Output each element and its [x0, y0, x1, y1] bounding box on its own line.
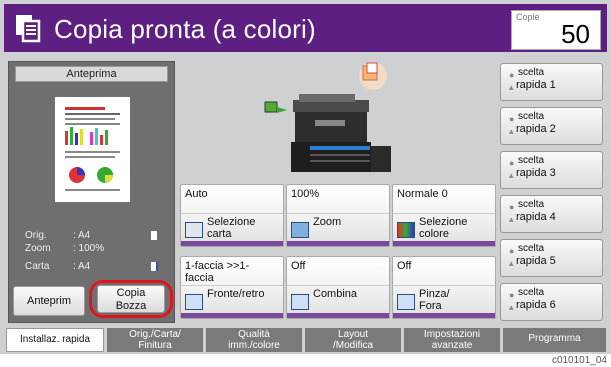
zoom-value-display: 100%: [291, 188, 320, 200]
paper-select-button[interactable]: Auto Selezione carta: [180, 184, 284, 247]
paper-tray-icon: [185, 222, 203, 238]
zoom-icon: [291, 222, 309, 238]
staple-punch-value: Off: [397, 260, 412, 272]
tab-original-paper-label-2: Finitura: [138, 340, 172, 351]
draft-copy-button[interactable]: Copia Bozza: [97, 285, 165, 313]
duplex-button[interactable]: 1-faccia >>1-faccia Fronte/retro: [180, 256, 284, 319]
orig-portrait-icon: [151, 231, 157, 240]
quick-select-2-button[interactable]: ● scelta ▴ rapida 2: [500, 107, 603, 145]
quick-select-1-label-bottom: rapida 1: [516, 79, 556, 91]
tab-advanced-settings[interactable]: Impostazioni avanzate: [404, 328, 500, 352]
pin-icon: ▴: [509, 170, 514, 180]
tab-advanced-label-1: Impostazioni: [423, 329, 481, 340]
duplex-label: Fronte/retro: [207, 288, 265, 300]
copies-value: 50: [561, 19, 590, 49]
quick-select-2-label-top: scelta: [518, 111, 545, 122]
tab-image-quality-color[interactable]: Qualità imm./colore: [206, 328, 302, 352]
quick-select-4-label-bottom: rapida 4: [516, 211, 556, 223]
quick-select-4-button[interactable]: ● scelta ▴ rapida 4: [500, 195, 603, 233]
preview-button[interactable]: Anteprim: [13, 286, 85, 316]
staple-punch-button[interactable]: Off Pinza/ Fora: [392, 256, 496, 319]
paper-select-label: Selezione carta: [207, 216, 256, 240]
quick-select-5-label-top: scelta: [518, 243, 545, 254]
figure-code: c010101_04: [551, 355, 607, 366]
duplex-icon: [185, 294, 203, 310]
copies-label: Copie: [516, 12, 540, 22]
tab-original-paper-label-1: Orig./Carta/: [129, 329, 181, 340]
quick-select-5-label-bottom: rapida 5: [516, 255, 556, 267]
staple-icon: [397, 294, 415, 310]
duplex-value: 1-faccia >>1-faccia: [185, 260, 250, 284]
screen-frame: Copia pronta (a colori) Copie 50 Antepri…: [0, 0, 611, 354]
quick-select-1-label-top: scelta: [518, 67, 545, 78]
quick-select-3-button[interactable]: ● scelta ▴ rapida 3: [500, 151, 603, 189]
header-bar: Copia pronta (a colori) Copie 50: [4, 4, 607, 52]
pin-icon: ▴: [509, 302, 514, 312]
tab-bar: Installaz. rapida Orig./Carta/ Finitura …: [6, 328, 606, 352]
color-icon: [397, 222, 415, 238]
carta-value: : A4: [73, 261, 91, 272]
tab-program[interactable]: Programma: [503, 328, 606, 352]
orig-value: : A4: [73, 230, 91, 241]
quick-select-6-label-bottom: rapida 6: [516, 299, 556, 311]
preview-thumbnail: [55, 97, 130, 202]
pin-icon: ▴: [509, 82, 514, 92]
pin-icon: ▴: [509, 126, 514, 136]
copy-icon: [16, 15, 41, 43]
pin-icon: ▴: [509, 258, 514, 268]
tab-program-label: Programma: [528, 333, 581, 344]
quick-select-3-label-top: scelta: [518, 155, 545, 166]
color-select-label: Selezione colore: [419, 216, 468, 240]
printer-machine-image: [264, 62, 391, 172]
tab-image-quality-label-1: Qualità: [238, 329, 270, 340]
zoom-value: : 100%: [73, 243, 105, 254]
preview-header: Anteprima: [15, 66, 168, 82]
tab-advanced-label-2: avanzate: [431, 340, 473, 351]
tab-layout-label-1: Layout: [337, 329, 369, 340]
quick-select-3-label-bottom: rapida 3: [516, 167, 556, 179]
combine-value: Off: [291, 260, 306, 272]
zoom-label-text: Zoom: [313, 216, 342, 228]
tab-image-quality-label-2: imm./colore: [228, 340, 280, 351]
page-title: Copia pronta (a colori): [54, 14, 316, 44]
tab-quick-setup[interactable]: Installaz. rapida: [6, 328, 104, 352]
quick-select-4-label-top: scelta: [518, 199, 545, 210]
color-select-value: Normale 0: [397, 188, 448, 200]
tab-quick-setup-label: Installaz. rapida: [19, 334, 91, 345]
pin-icon: ▴: [509, 214, 514, 224]
draft-copy-label-line1: Copia: [116, 287, 146, 299]
preview-panel: Anteprima Orig. : A4 Zoom: 100% Carta:…: [8, 61, 175, 323]
quick-select-1-button[interactable]: ● scelta ▴ rapida 1: [500, 63, 603, 101]
tab-layout-label-2: /Modifica: [332, 340, 373, 351]
quick-select-6-label-top: scelta: [518, 287, 545, 298]
combine-icon: [291, 294, 309, 310]
combine-button[interactable]: Off Combina: [286, 256, 390, 319]
combine-label: Combina: [313, 288, 358, 300]
orig-label: Orig.: [25, 230, 47, 241]
draft-copy-label-line2: Bozza: [115, 300, 147, 312]
zoom-button[interactable]: 100% Zoom: [286, 184, 390, 247]
quick-select-5-button[interactable]: ● scelta ▴ rapida 5: [500, 239, 603, 277]
quick-select-2-label-bottom: rapida 2: [516, 123, 556, 135]
quick-select-6-button[interactable]: ● scelta ▴ rapida 6: [500, 283, 603, 321]
zoom-label: Zoom: [25, 243, 51, 254]
staple-punch-label: Pinza/ Fora: [419, 288, 450, 312]
copies-field[interactable]: Copie 50: [511, 10, 601, 50]
draft-copy-highlight: Copia Bozza: [89, 280, 173, 318]
color-select-button[interactable]: Normale 0 Selezione colore: [392, 184, 496, 247]
carta-paper-icon: [151, 262, 158, 271]
tab-layout-edit[interactable]: Layout /Modifica: [305, 328, 401, 352]
paper-select-value: Auto: [185, 188, 208, 200]
carta-label: Carta: [25, 261, 50, 272]
tab-original-paper-finishing[interactable]: Orig./Carta/ Finitura: [107, 328, 203, 352]
